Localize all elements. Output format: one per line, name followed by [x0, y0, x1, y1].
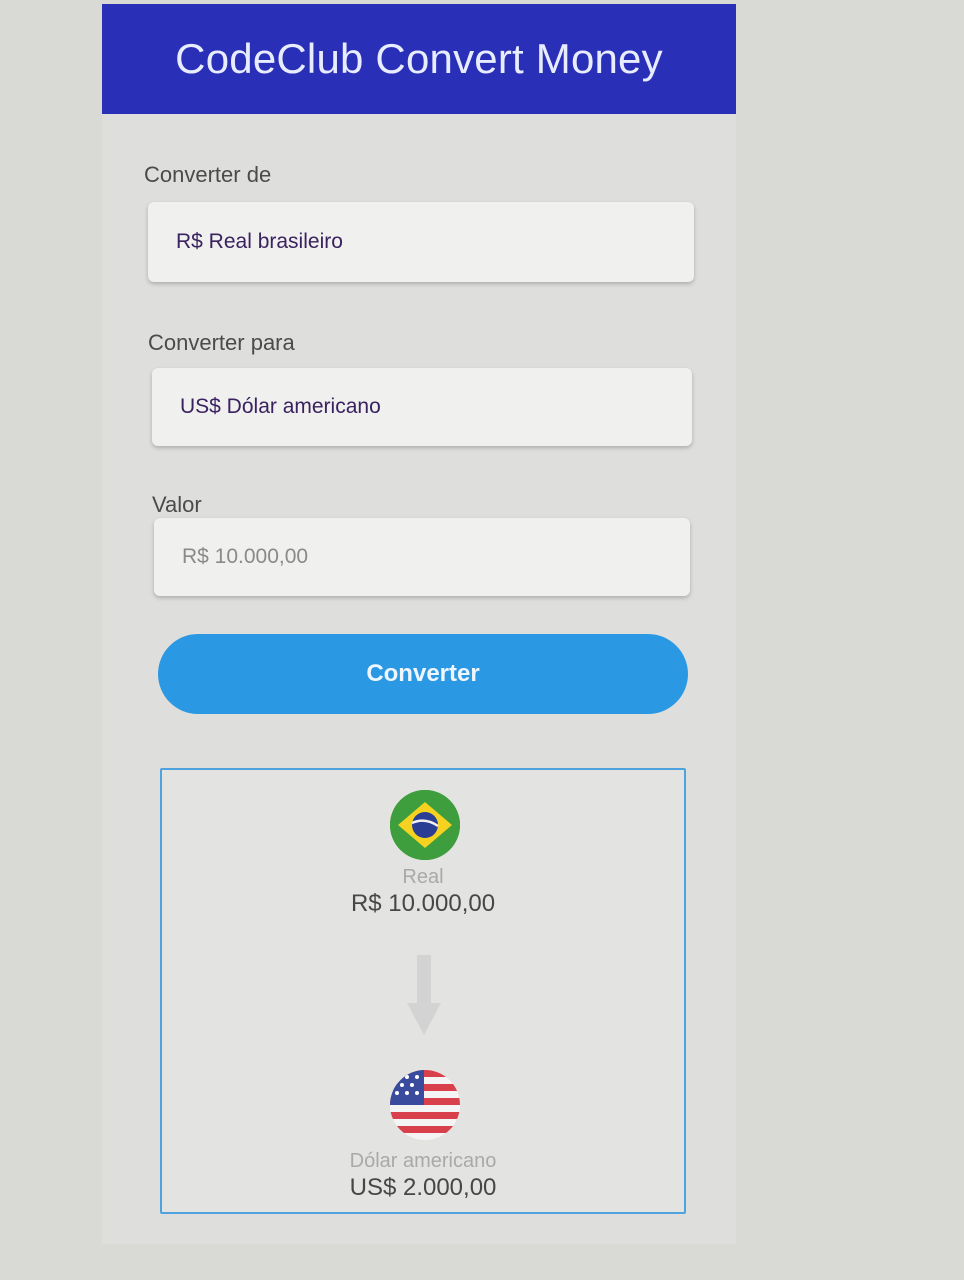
amount-input[interactable]: R$ 10.000,00 [154, 518, 690, 596]
to-amount: US$ 2.000,00 [349, 1174, 497, 1201]
amount-placeholder: R$ 10.000,00 [182, 545, 309, 568]
amount-label: Valor [152, 492, 202, 517]
to-currency-label: Converter para [148, 330, 295, 355]
app-title: CodeClub Convert Money [175, 35, 663, 82]
brazil-flag-icon [390, 790, 460, 860]
to-currency-select[interactable]: US$ Dólar americano [152, 368, 692, 446]
from-currency-select[interactable]: R$ Real brasileiro [148, 202, 694, 282]
from-currency-label: Converter de [144, 162, 272, 187]
convert-button[interactable]: Converter [158, 634, 688, 714]
arrow-down-icon [407, 955, 441, 1042]
conversion-result-panel: Real R$ 10.000,00 Dólar americano US$ 2.… [160, 768, 686, 1214]
from-currency-name: Real [402, 866, 444, 888]
us-flag-icon [390, 1070, 460, 1140]
to-currency-value: US$ Dólar americano [180, 395, 381, 418]
to-currency-name: Dólar americano [349, 1150, 497, 1172]
from-currency-value: R$ Real brasileiro [176, 230, 343, 253]
from-amount: R$ 10.000,00 [350, 890, 496, 917]
converter-app: CodeClub Convert Money Converter de R$ R… [102, 4, 736, 1244]
app-header: CodeClub Convert Money [102, 4, 736, 114]
